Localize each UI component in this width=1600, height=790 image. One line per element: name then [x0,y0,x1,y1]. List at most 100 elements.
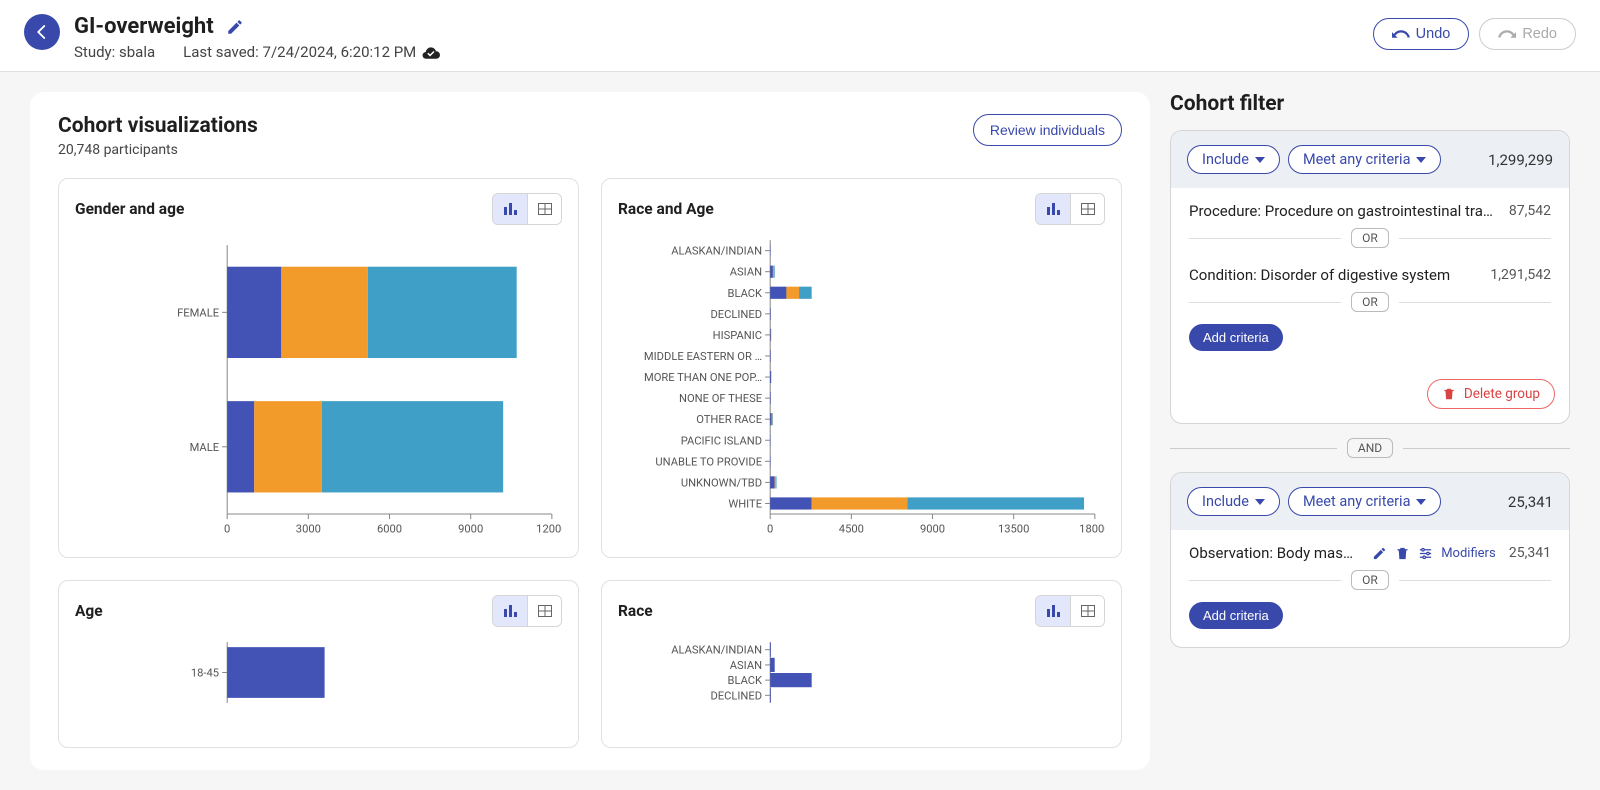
svg-text:3000: 3000 [296,522,321,535]
table-view-button[interactable] [1070,596,1104,626]
svg-text:13500: 13500 [998,522,1029,535]
add-criteria-button[interactable]: Add criteria [1189,324,1283,351]
svg-text:NONE OF THESE: NONE OF THESE [679,392,762,405]
table-view-button[interactable] [527,194,561,224]
svg-text:12000: 12000 [536,522,562,535]
svg-text:4500: 4500 [839,522,864,535]
viz-subtitle: 20,748 participants [58,142,258,158]
filter-group: Include Meet any criteria 25,341 Observa… [1170,472,1570,648]
cloud-saved-icon [422,45,440,59]
trash-icon [1442,387,1456,401]
chart-race-age: Race and Age ALASKAN/INDIANASIANBLACKDEC… [601,178,1122,558]
edit-criteria-button[interactable] [1372,546,1387,561]
pencil-icon [226,18,244,36]
edit-title-button[interactable] [226,18,244,36]
or-separator: OR [1171,288,1569,316]
back-button[interactable] [24,14,60,50]
chart-age: Age 18-45 [58,580,579,747]
svg-text:ALASKAN/INDIAN: ALASKAN/INDIAN [671,644,762,657]
undo-icon [1392,28,1410,40]
cohort-filter-panel: Cohort filter Include Meet any criteria … [1170,92,1570,648]
arrow-left-icon [33,23,51,41]
chart-race: Race ALASKAN/INDIANASIANBLACKDECLINED [601,580,1122,747]
criteria-row[interactable]: Procedure: Procedure on gastrointestinal… [1171,188,1569,224]
chart-title: Race and Age [618,200,714,218]
svg-text:PACIFIC ISLAND: PACIFIC ISLAND [681,434,762,447]
trash-icon [1395,546,1410,561]
svg-text:FEMALE: FEMALE [177,306,219,319]
table-view-button[interactable] [1070,194,1104,224]
svg-text:9000: 9000 [458,522,483,535]
group-count: 1,299,299 [1488,151,1553,169]
chart-gender-age: Gender and age FEMALE MALE 0 3000 6000 9000 12… [58,178,579,558]
svg-text:OTHER RACE: OTHER RACE [696,413,762,426]
svg-text:18000: 18000 [1079,522,1105,535]
bar-chart-icon [1045,603,1061,619]
chart-svg: 18-45 [75,637,562,728]
criteria-count: 87,542 [1509,203,1551,219]
criteria-row[interactable]: Observation: Body mass i… Modifiers 25,3… [1171,530,1569,566]
modifiers-label[interactable]: Modifiers [1441,546,1495,561]
delete-criteria-button[interactable] [1395,546,1410,561]
svg-text:HISPANIC: HISPANIC [713,329,762,342]
table-icon [537,201,553,217]
criteria-row[interactable]: Condition: Disorder of digestive system … [1171,252,1569,288]
svg-text:WHITE: WHITE [728,498,762,511]
svg-text:6000: 6000 [377,522,402,535]
bar-view-button[interactable] [1036,596,1070,626]
filter-group: Include Meet any criteria 1,299,299 Proc… [1170,130,1570,424]
criteria-mode-dropdown[interactable]: Meet any criteria [1288,145,1442,174]
svg-text:BLACK: BLACK [728,675,763,688]
svg-text:ASIAN: ASIAN [730,659,762,672]
review-individuals-button[interactable]: Review individuals [973,114,1122,146]
chevron-down-icon [1416,499,1426,505]
delete-group-button[interactable]: Delete group [1427,379,1555,409]
criteria-mode-dropdown[interactable]: Meet any criteria [1288,487,1442,516]
chart-toolbar [1035,193,1105,225]
svg-text:DECLINED: DECLINED [710,690,762,703]
criteria-label: Procedure: Procedure on gastrointestinal… [1189,202,1493,220]
modifiers-button[interactable] [1418,546,1433,561]
criteria-count: 1,291,542 [1490,267,1551,283]
table-icon [537,603,553,619]
page-title: GI-overweight [74,14,214,39]
svg-text:9000: 9000 [920,522,945,535]
header-left: GI-overweight Study: sbala Last saved: 7… [24,14,1373,61]
svg-text:0: 0 [224,522,230,535]
svg-text:UNABLE TO PROVIDE: UNABLE TO PROVIDE [655,455,762,468]
visualizations-panel: Cohort visualizations 20,748 participant… [30,92,1150,770]
study-meta: Study: sbala [74,43,155,61]
or-separator: OR [1171,224,1569,252]
svg-text:MIDDLE EASTERN OR …: MIDDLE EASTERN OR … [644,350,762,363]
include-dropdown[interactable]: Include [1187,145,1280,174]
bar-chart-icon [502,201,518,217]
or-separator: OR [1171,566,1569,594]
svg-text:ASIAN: ASIAN [730,266,762,279]
add-criteria-button[interactable]: Add criteria [1189,602,1283,629]
undo-button[interactable]: Undo [1373,18,1470,50]
filter-title: Cohort filter [1170,92,1570,116]
chart-title: Gender and age [75,200,184,218]
svg-text:UNKNOWN/TBD: UNKNOWN/TBD [681,476,762,489]
bar-view-button[interactable] [493,194,527,224]
svg-text:18-45: 18-45 [191,667,219,680]
svg-text:MALE: MALE [190,441,219,454]
chevron-down-icon [1416,157,1426,163]
bar-chart-icon [502,603,518,619]
chevron-down-icon [1255,157,1265,163]
criteria-count: 25,341 [1509,545,1551,561]
chart-toolbar [1035,595,1105,627]
viz-title: Cohort visualizations [58,114,258,138]
bar-view-button[interactable] [493,596,527,626]
app-header: GI-overweight Study: sbala Last saved: 7… [0,0,1600,72]
table-icon [1080,603,1096,619]
and-separator: AND [1170,438,1570,458]
main-content: Cohort visualizations 20,748 participant… [0,72,1600,790]
table-view-button[interactable] [527,596,561,626]
redo-button: Redo [1479,18,1576,50]
bar-view-button[interactable] [1036,194,1070,224]
sliders-icon [1418,546,1433,561]
include-dropdown[interactable]: Include [1187,487,1280,516]
bar-chart-icon [1045,201,1061,217]
criteria-label: Observation: Body mass i… [1189,544,1359,562]
